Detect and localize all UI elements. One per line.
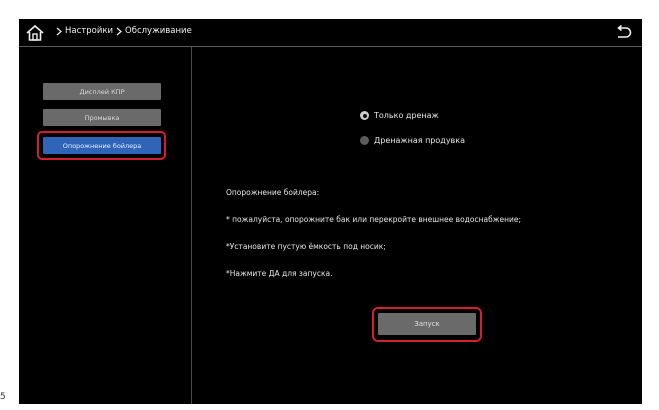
sidebar-item-label: Дисплей КПР: [79, 87, 125, 96]
instruction-line-2: *Установите пустую ёмкость под носик;: [226, 242, 386, 251]
instruction-line-1: * пожалуйста, опорожните бак или перекро…: [226, 215, 521, 224]
selection-highlight: [37, 131, 166, 160]
instruction-line-3: *Нажмите ДА для запуска.: [226, 269, 333, 278]
main-panel: Только дренаж Дренажная продувка Опорожн…: [192, 47, 642, 404]
radio-checked-icon[interactable]: [360, 111, 369, 120]
top-bar: Настройки Обслуживание: [19, 19, 642, 47]
device-screen: Настройки Обслуживание Дисплей КПР Промы…: [19, 19, 642, 404]
radio-label: Только дренаж: [374, 111, 439, 120]
chevron-right-icon: [116, 27, 122, 35]
start-button-label: Запуск: [414, 320, 440, 328]
start-button[interactable]: Запуск: [378, 313, 476, 335]
sidebar-item-label: Промывка: [84, 113, 120, 122]
sidebar: Дисплей КПР Промывка Опорожнение бойлера: [19, 47, 192, 404]
sidebar-item-display[interactable]: Дисплей КПР: [43, 83, 161, 100]
breadcrumb-maintenance: Обслуживание: [125, 26, 192, 36]
breadcrumb: Настройки Обслуживание: [55, 26, 192, 36]
radio-unchecked-icon[interactable]: [360, 136, 369, 145]
corner-text-fragment: 5: [0, 392, 6, 402]
chevron-right-icon: [56, 27, 62, 35]
back-arrow-icon[interactable]: [614, 24, 632, 42]
radio-drain-only[interactable]: Только дренаж: [360, 111, 439, 120]
breadcrumb-settings[interactable]: Настройки: [65, 26, 113, 36]
radio-drain-purge[interactable]: Дренажная продувка: [360, 136, 465, 145]
radio-label: Дренажная продувка: [374, 136, 465, 145]
home-icon[interactable]: [25, 23, 45, 43]
instructions-title: Опорожнение бойлера:: [226, 188, 320, 197]
sidebar-item-flush[interactable]: Промывка: [43, 109, 161, 126]
